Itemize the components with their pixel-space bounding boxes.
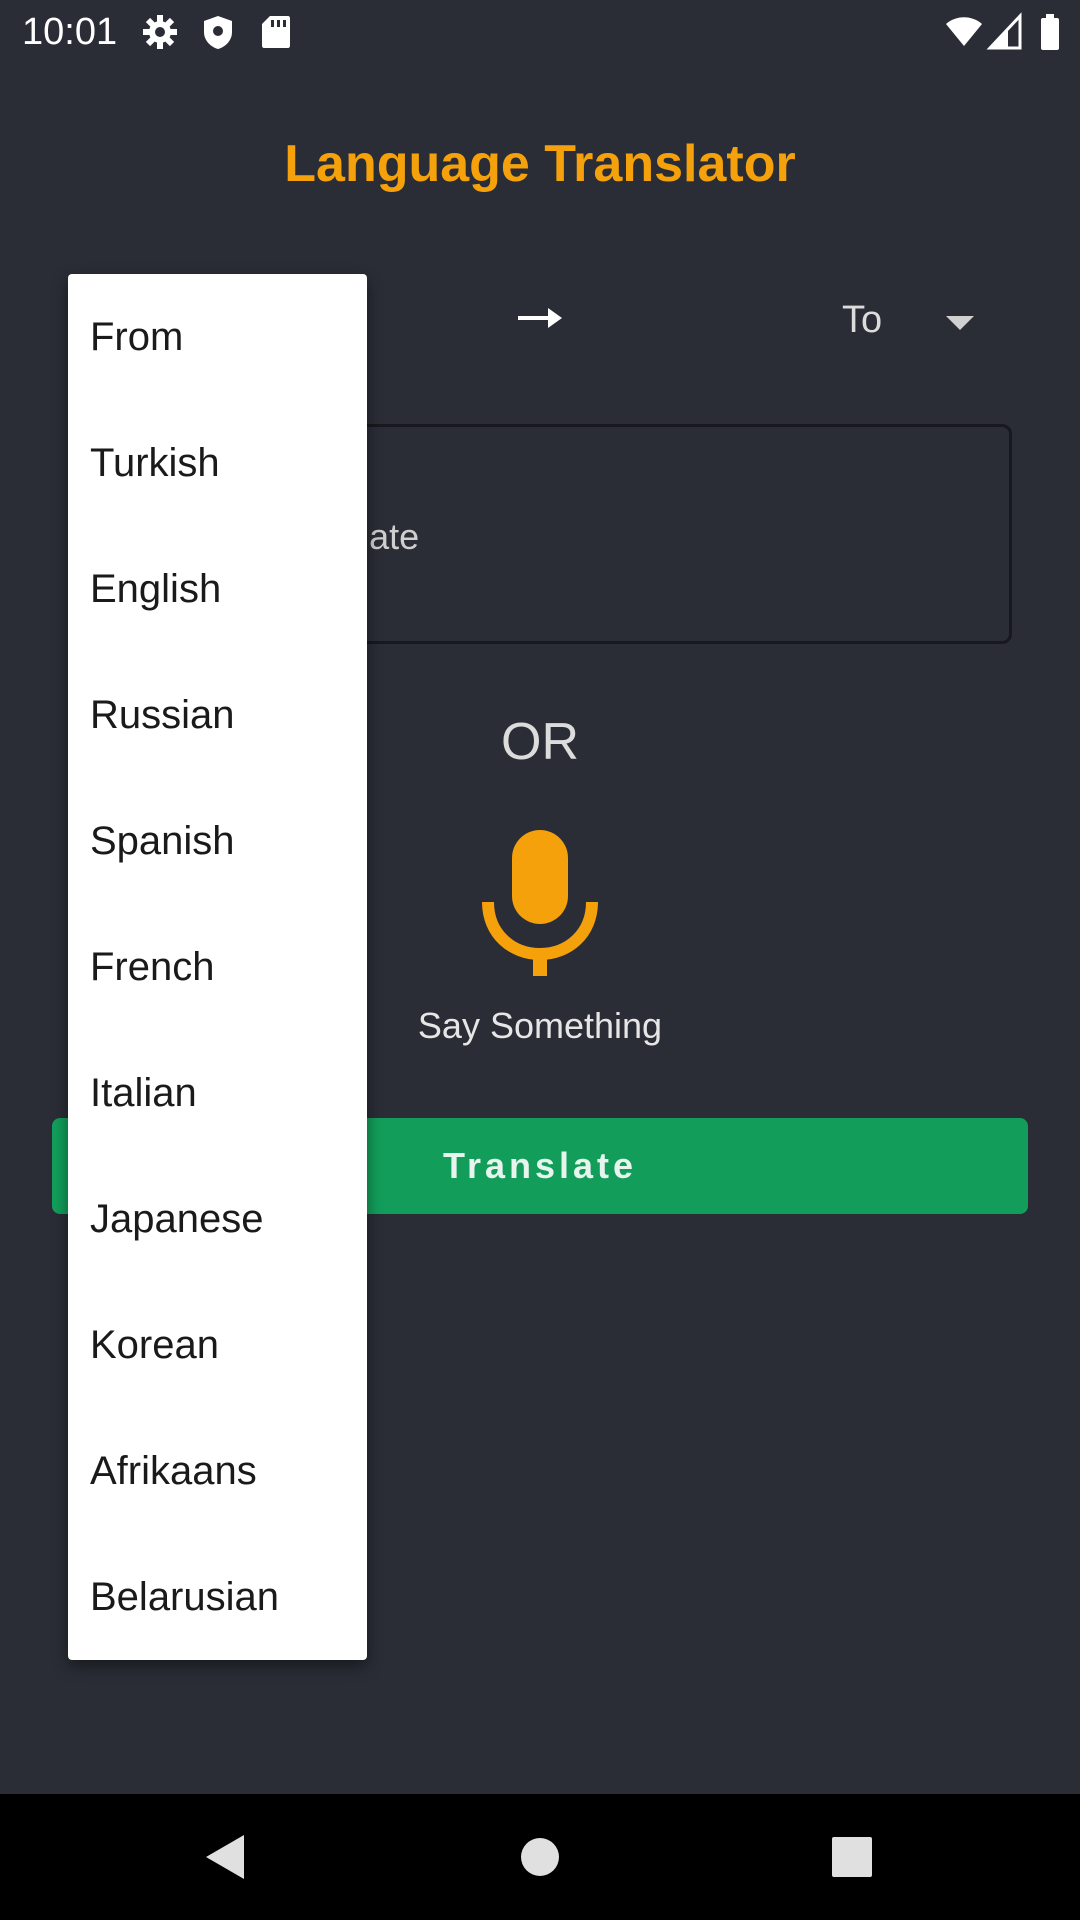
status-bar: 10:01: [0, 0, 1080, 64]
dropdown-item-korean[interactable]: Korean: [68, 1282, 367, 1408]
recents-icon[interactable]: [822, 1827, 882, 1887]
home-icon[interactable]: [510, 1827, 570, 1887]
dropdown-item-russian[interactable]: Russian: [68, 652, 367, 778]
arrow-right-icon: [516, 300, 564, 336]
dropdown-item-belarusian[interactable]: Belarusian: [68, 1534, 367, 1660]
wifi-icon: [944, 12, 984, 52]
dropdown-item-english[interactable]: English: [68, 526, 367, 652]
dropdown-item-turkish[interactable]: Turkish: [68, 400, 367, 526]
battery-icon: [1030, 12, 1070, 52]
microphone-icon[interactable]: [480, 826, 600, 978]
app-title: Language Translator: [284, 135, 796, 193]
navigation-bar: [0, 1794, 1080, 1920]
back-icon[interactable]: [196, 1827, 256, 1887]
to-language-label: To: [842, 299, 883, 341]
sd-card-icon: [256, 12, 296, 52]
settings-icon: [140, 12, 180, 52]
status-time: 10:01: [22, 11, 118, 53]
dropdown-item-spanish[interactable]: Spanish: [68, 778, 367, 904]
dropdown-item-french[interactable]: French: [68, 904, 367, 1030]
signal-icon: [986, 12, 1026, 52]
caret-down-icon: [942, 312, 978, 332]
from-language-dropdown: From Turkish English Russian Spanish Fre…: [68, 274, 367, 1660]
dropdown-item-japanese[interactable]: Japanese: [68, 1156, 367, 1282]
shield-icon: [198, 12, 238, 52]
dropdown-item-from[interactable]: From: [68, 274, 367, 400]
to-language-spinner[interactable]: To: [830, 292, 990, 348]
dropdown-item-afrikaans[interactable]: Afrikaans: [68, 1408, 367, 1534]
dropdown-item-italian[interactable]: Italian: [68, 1030, 367, 1156]
